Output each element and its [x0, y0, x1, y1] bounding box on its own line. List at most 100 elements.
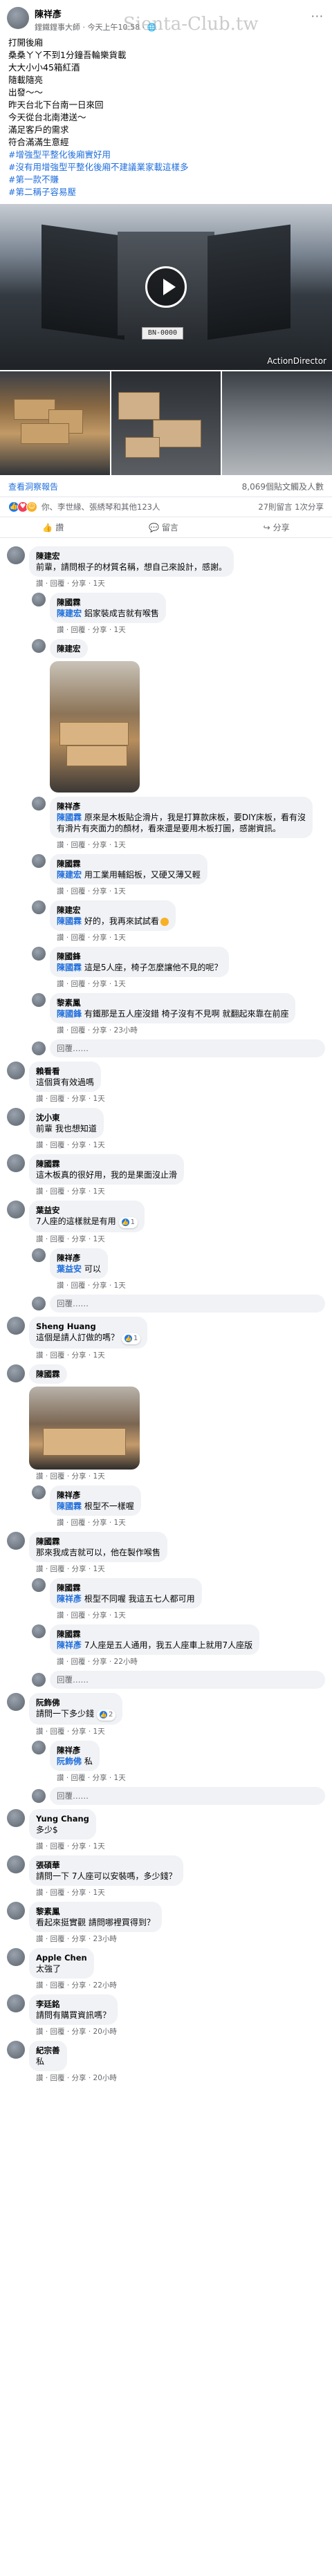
comment-actions[interactable]: 讚 · 回覆 · 分享 · 1天 [50, 931, 176, 943]
mention-link[interactable]: 阮飾佛 [57, 1757, 82, 1766]
commenter-avatar[interactable] [32, 1741, 46, 1754]
more-options-icon[interactable]: ··· [311, 10, 324, 23]
mention-link[interactable]: 陳國霖 [57, 813, 82, 822]
mention-link[interactable]: 陳國霖 [57, 916, 82, 926]
play-icon[interactable] [145, 266, 187, 308]
comment-actions[interactable]: 讚 · 回覆 · 分享 · 1天 [29, 577, 234, 589]
commenter-name[interactable]: 陳國霖 [57, 597, 159, 608]
commenter-name[interactable]: 紀宗善 [36, 2045, 60, 2056]
commenter-avatar[interactable] [32, 639, 46, 653]
commenter-avatar[interactable] [7, 1108, 25, 1126]
commenter-avatar[interactable] [7, 1902, 25, 1920]
comment-actions[interactable]: 讚 · 回覆 · 分享 · 1天 [50, 1279, 133, 1290]
commenter-name[interactable]: 黎素鳳 [36, 1906, 155, 1917]
comment-actions[interactable]: 讚 · 回覆 · 分享 · 1天 [29, 1138, 112, 1150]
comment-actions[interactable]: 讚 · 回覆 · 分享 · 1天 [29, 1092, 112, 1104]
commenter-name[interactable]: 陳祥彥 [57, 1745, 93, 1756]
commenter-avatar[interactable] [7, 1062, 25, 1079]
commenter-name[interactable]: 陳建宏 [36, 550, 227, 562]
commenter-name[interactable]: 陳國霖 [57, 1582, 195, 1593]
commenter-avatar[interactable] [32, 947, 46, 961]
commenter-avatar[interactable] [7, 1855, 25, 1873]
commenter-name[interactable]: 張碩華 [36, 1860, 176, 1871]
commenter-avatar[interactable] [7, 1693, 25, 1711]
commenter-avatar[interactable] [32, 1578, 46, 1592]
commenter-avatar[interactable] [32, 593, 46, 606]
commenter-avatar[interactable] [7, 1364, 25, 1382]
reply-input[interactable]: 回覆…… [50, 1039, 325, 1057]
commenter-avatar[interactable] [7, 546, 25, 564]
commenter-name[interactable]: 陳國霖 [36, 1369, 60, 1380]
comment-share-count[interactable]: 27則留言 1次分享 [258, 501, 324, 512]
commenter-name[interactable]: 陳國鋒 [57, 951, 222, 962]
comment-actions[interactable]: 讚 · 回覆 · 分享 · 23小時 [29, 1932, 162, 1944]
comment-actions[interactable]: 讚 · 回覆 · 分享 · 1天 [50, 1771, 133, 1783]
hashtag-link[interactable]: #第一款不賺 [8, 174, 324, 186]
commenter-name[interactable]: 陳建宏 [57, 905, 169, 916]
comment-actions[interactable]: 讚 · 回覆 · 分享 · 23小時 [50, 1023, 295, 1035]
share-button[interactable]: ↪ 分享 [264, 521, 290, 533]
commenter-avatar[interactable] [32, 797, 46, 810]
comment-actions[interactable]: 讚 · 回覆 · 分享 · 1天 [29, 1232, 145, 1244]
commenter-name[interactable]: 葉益安 [36, 1205, 138, 1216]
hashtag-link[interactable]: #增強型平整化後廂實好用 [8, 149, 324, 161]
commenter-name[interactable]: 黎素鳳 [57, 997, 288, 1008]
reaction-badge[interactable]: 👍 2 [97, 1709, 116, 1721]
commenter-name[interactable]: 陳祥彥 [57, 1252, 101, 1263]
commenter-name[interactable]: Yung Chang [36, 1813, 89, 1824]
mention-link[interactable]: 陳建宏 [57, 870, 82, 880]
comment-actions[interactable]: 讚 · 回覆 · 分享 · 1天 [29, 1470, 140, 1481]
commenter-name[interactable]: 陳國霖 [57, 1629, 252, 1640]
reply-input[interactable]: 回覆…… [50, 1671, 325, 1689]
comment-actions[interactable]: 讚 · 回覆 · 分享 · 1天 [50, 884, 208, 896]
commenter-avatar[interactable] [32, 993, 46, 1007]
like-button[interactable]: 👍 讚 [42, 521, 64, 533]
commenter-avatar[interactable] [7, 1809, 25, 1827]
commenter-name[interactable]: Apple Chen [36, 1952, 87, 1963]
commenter-name[interactable]: 沈小東 [36, 1112, 97, 1123]
commenter-avatar[interactable] [32, 900, 46, 914]
commenter-avatar[interactable] [7, 1532, 25, 1550]
commenter-name[interactable]: 李廷銘 [36, 1999, 111, 2010]
reply-input[interactable]: 回覆…… [50, 1787, 325, 1805]
photo-thumbnail[interactable] [222, 371, 332, 475]
mention-link[interactable]: 陳國鋒 [57, 1009, 82, 1019]
comment-actions[interactable]: 讚 · 回覆 · 分享 · 20小時 [29, 2071, 124, 2083]
reaction-names[interactable]: 你、李世緣、張綉琴和其他123人 [42, 501, 160, 512]
comment-actions[interactable]: 讚 · 回覆 · 分享 · 1天 [50, 623, 166, 635]
commenter-name[interactable]: 阮飾佛 [36, 1697, 116, 1708]
comment-actions[interactable]: 讚 · 回覆 · 分享 · 1天 [50, 1516, 141, 1528]
comment-actions[interactable]: 讚 · 回覆 · 分享 · 1天 [29, 1185, 184, 1196]
commenter-avatar[interactable] [7, 1154, 25, 1172]
comment-actions[interactable]: 讚 · 回覆 · 分享 · 1天 [29, 1886, 183, 1898]
photo-thumbnail[interactable] [0, 371, 110, 475]
commenter-avatar[interactable] [7, 1994, 25, 2012]
comment-actions[interactable]: 讚 · 回覆 · 分享 · 1天 [50, 1609, 202, 1620]
hashtag-link[interactable]: #沒有用增強型平整化後廂不建議業家載這樣多 [8, 161, 324, 174]
hashtag-link[interactable]: #第二稱子容易壓 [8, 186, 324, 198]
comment-button[interactable]: 💬 留言 [149, 521, 178, 533]
commenter-avatar[interactable] [32, 1624, 46, 1638]
comment-actions[interactable]: 讚 · 回覆 · 分享 · 1天 [29, 1349, 147, 1360]
comment-photo[interactable] [50, 661, 140, 793]
commenter-name[interactable]: 陳國霖 [36, 1536, 160, 1547]
reaction-badge[interactable]: 👍 1 [118, 1217, 138, 1228]
commenter-avatar[interactable] [7, 1317, 25, 1335]
comment-actions[interactable]: 讚 · 回覆 · 分享 · 1天 [50, 977, 229, 989]
mention-link[interactable]: 陳國霖 [57, 1501, 82, 1511]
comment-actions[interactable]: 讚 · 回覆 · 分享 · 1天 [29, 1562, 167, 1574]
commenter-avatar[interactable] [7, 1948, 25, 1966]
commenter-avatar[interactable] [32, 1485, 46, 1499]
commenter-name[interactable]: 賴看看 [36, 1066, 94, 1077]
commenter-avatar[interactable] [7, 1201, 25, 1218]
photo-thumbnail[interactable] [111, 371, 221, 475]
commenter-name[interactable]: 陳祥彥 [57, 801, 306, 812]
reaction-badge[interactable]: 👍 1 [122, 1333, 141, 1344]
insights-link[interactable]: 查看洞察報告 [8, 481, 58, 492]
mention-link[interactable]: 葉益安 [57, 1264, 82, 1274]
commenter-avatar[interactable] [32, 854, 46, 868]
mention-link[interactable]: 陳建宏 [57, 609, 82, 618]
reply-input[interactable]: 回覆…… [50, 1295, 325, 1313]
commenter-name[interactable]: 陳國霖 [57, 858, 201, 869]
comment-actions[interactable]: 讚 · 回覆 · 分享 · 1天 [50, 838, 313, 850]
